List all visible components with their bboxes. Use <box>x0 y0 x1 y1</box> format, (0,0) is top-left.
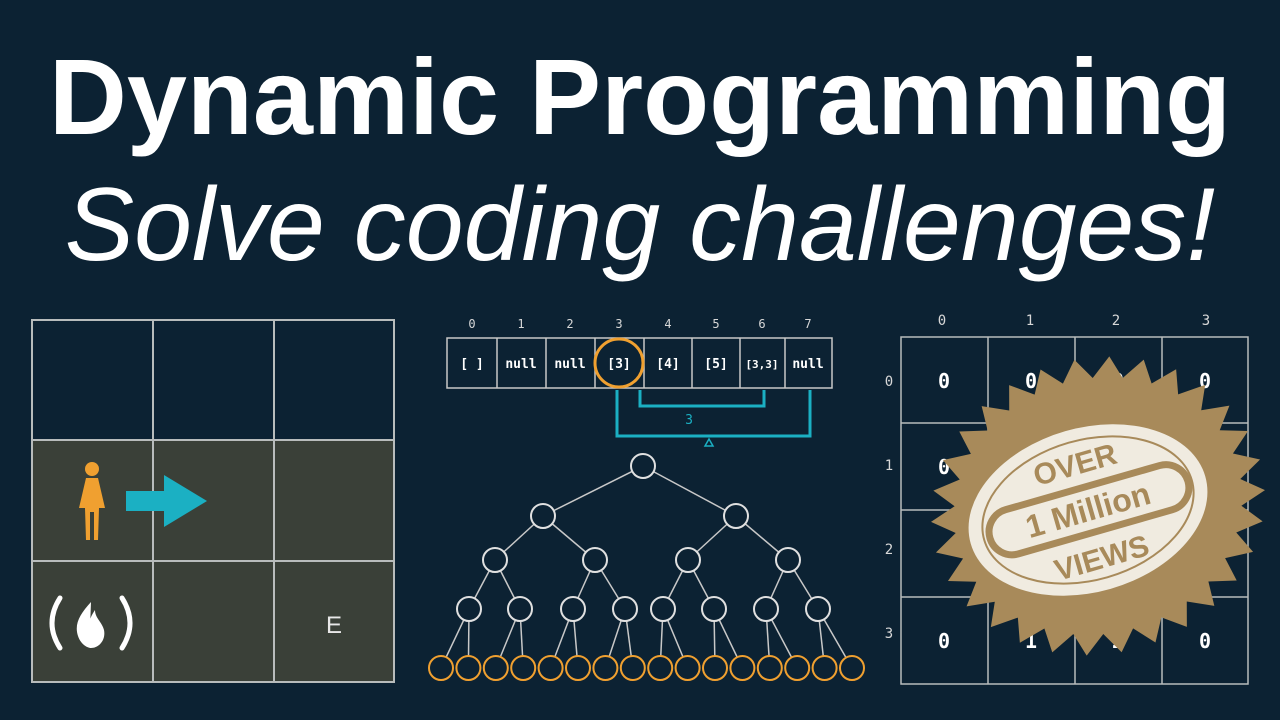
memo-index: 4 <box>664 317 671 331</box>
matrix-col-header: 2 <box>1112 313 1120 329</box>
tree-node <box>619 655 646 681</box>
tree-node <box>537 655 564 681</box>
memo-cell: [3] <box>607 357 630 372</box>
matrix-col-header: 1 <box>1026 313 1034 329</box>
recursion-tree <box>428 453 865 681</box>
tree-node <box>729 655 756 681</box>
tree-node <box>839 655 865 681</box>
tree-node <box>612 596 638 622</box>
tree-node <box>582 547 608 573</box>
matrix-cell: 0 <box>1025 369 1037 393</box>
bracket-label: 3 <box>685 413 693 428</box>
matrix-cell: 0 <box>938 455 950 479</box>
memo-cell: [4] <box>656 357 679 372</box>
memo-index: 5 <box>712 317 719 331</box>
memo-cell: [ ] <box>460 357 483 372</box>
memo-cell: null <box>505 357 536 372</box>
tree-node <box>565 655 591 681</box>
memo-cell: null <box>792 357 823 372</box>
matrix-row-header: 3 <box>885 626 893 642</box>
bracket-outer <box>615 390 812 438</box>
memo-cell: null <box>554 357 585 372</box>
memo-index: 0 <box>468 317 475 331</box>
tree-edge <box>542 465 644 517</box>
memo-index: 3 <box>615 317 622 331</box>
tree-node <box>482 655 509 681</box>
matrix-cell: 0 <box>938 369 950 393</box>
grid-panel: E <box>31 319 395 683</box>
tree-node <box>675 547 701 573</box>
memo-cell: [5] <box>704 357 727 372</box>
tree-node <box>756 655 783 681</box>
illustration: E 0 1 2 3 4 5 6 7 [ ] null null [3] [4] … <box>31 313 1266 685</box>
matrix-row-header: 1 <box>885 458 893 474</box>
matrix-row-header: 0 <box>885 374 893 390</box>
memo-index: 7 <box>804 317 811 331</box>
tree-node <box>805 596 831 622</box>
tree-node <box>455 655 482 681</box>
tree-node <box>702 655 728 681</box>
tree-node <box>650 596 676 622</box>
tree-node <box>560 596 586 622</box>
tree-edge <box>642 465 737 517</box>
tree-node <box>456 596 482 622</box>
matrix-col-header: 3 <box>1202 313 1210 329</box>
bracket-pointer-icon <box>703 437 715 447</box>
matrix-cell: 0 <box>1199 629 1211 653</box>
memo-index: 6 <box>758 317 765 331</box>
bracket-inner <box>638 390 766 408</box>
memo-cell: [3,3] <box>745 358 778 371</box>
tree-node <box>428 655 454 681</box>
tree-node <box>723 503 749 529</box>
matrix-row-header: 2 <box>885 542 893 558</box>
tree-node <box>753 596 779 622</box>
memo-index: 2 <box>566 317 573 331</box>
matrix-col-header: 0 <box>938 313 946 329</box>
tree-node <box>592 655 619 681</box>
tree-node <box>482 547 508 573</box>
grid-end-label: E <box>326 612 342 639</box>
views-badge: OVER 1 Million VIEWS <box>930 356 1266 656</box>
tree-node <box>530 503 556 529</box>
tree-node <box>647 655 674 681</box>
tree-node <box>674 655 701 681</box>
tree-node <box>630 453 656 479</box>
tree-node <box>775 547 801 573</box>
tree-node <box>811 655 838 681</box>
matrix-cell: 0 <box>938 629 950 653</box>
memo-index: 1 <box>517 317 524 331</box>
tree-node <box>507 596 533 622</box>
tree-node <box>784 655 811 681</box>
tree-node <box>510 655 537 681</box>
tree-node <box>701 596 727 622</box>
memo-panel: 0 1 2 3 4 5 6 7 [ ] null null [3] [4] [5… <box>446 317 833 447</box>
